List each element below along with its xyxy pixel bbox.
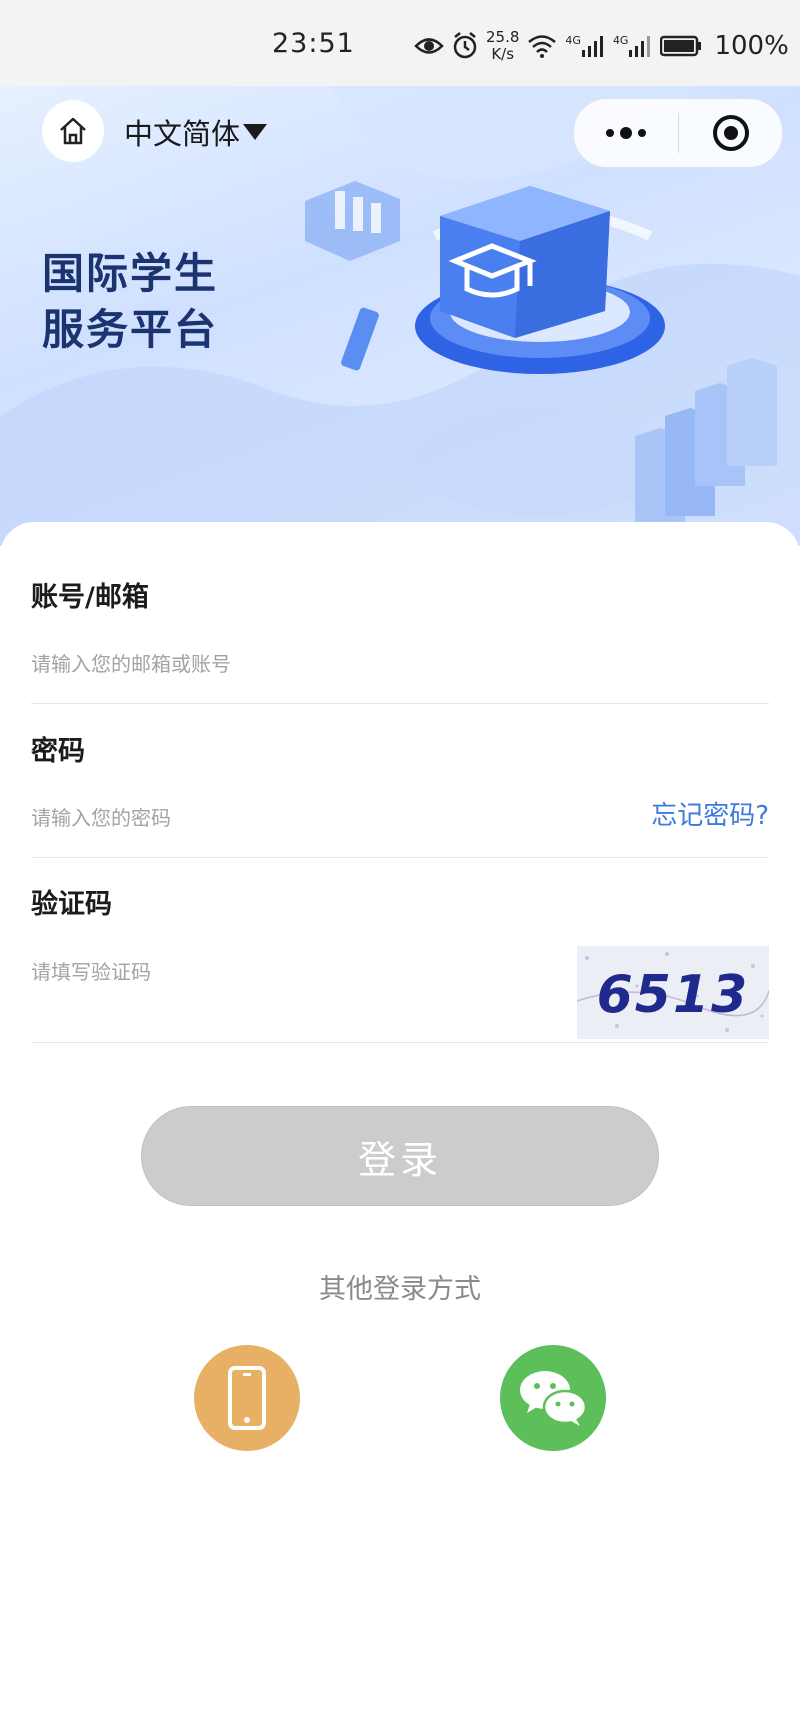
status-time: 23:51 — [272, 28, 355, 59]
more-button[interactable] — [574, 127, 678, 139]
battery-icon — [660, 35, 702, 57]
captcha-text: 6513 — [597, 965, 750, 1025]
phone-login-button[interactable] — [194, 1345, 300, 1451]
captcha-noise: 6513 — [577, 946, 769, 1039]
net-speed-unit: K/s — [491, 45, 515, 63]
captcha-input[interactable] — [31, 960, 451, 984]
hero-title-line2: 服务平台 — [42, 305, 219, 354]
status-bar: 23:51 25.8 K/s 4G 4G 100% — [0, 0, 800, 86]
home-icon — [60, 117, 86, 145]
password-label: 密码 — [31, 736, 85, 767]
caret-down-icon — [243, 124, 268, 140]
account-input[interactable] — [31, 652, 531, 676]
status-icons: 25.8 K/s 4G 4G 100% — [414, 24, 789, 68]
signal-bars-icon — [581, 36, 603, 57]
mini-program-capsule — [573, 98, 783, 168]
signal-1-label: 4G — [565, 34, 581, 47]
password-field: 密码 忘记密码? — [31, 729, 769, 858]
account-label: 账号/邮箱 — [31, 582, 149, 613]
net-speed-value: 25.8 — [486, 28, 520, 46]
more-dots-icon — [606, 127, 646, 139]
language-selector[interactable]: 中文简体 — [124, 111, 268, 153]
hero-title-line1: 国际学生 — [42, 249, 219, 298]
alarm-icon — [453, 32, 477, 59]
other-login-title: 其他登录方式 — [319, 1274, 481, 1305]
login-button[interactable]: 登录 — [141, 1106, 659, 1206]
forgot-password-link[interactable]: 忘记密码? — [651, 795, 769, 832]
phone-icon — [228, 1366, 266, 1430]
wechat-login-button[interactable] — [500, 1345, 606, 1451]
hero-title: 国际学生 服务平台 — [42, 246, 218, 358]
language-label: 中文简体 — [124, 117, 241, 151]
eye-icon — [414, 38, 444, 54]
captcha-field: 验证码 6513 — [31, 882, 769, 1043]
login-card: 账号/邮箱 密码 忘记密码? 验证码 6513 登录 其他登录方式 — [0, 522, 800, 1722]
signal-2: 4G — [613, 34, 653, 58]
signal-2-label: 4G — [612, 34, 629, 47]
password-input[interactable] — [31, 806, 531, 830]
captcha-label: 验证码 — [31, 889, 112, 920]
hero-banner: 中文简体 国际学生 服务平台 — [0, 86, 800, 546]
target-close-icon — [712, 115, 749, 151]
signal-bars-icon — [629, 36, 651, 57]
captcha-image[interactable]: 6513 — [577, 946, 769, 1039]
wechat-icon — [520, 1371, 588, 1426]
signal-1: 4G — [565, 34, 605, 58]
net-speed: 25.8 K/s — [486, 29, 519, 63]
wifi-icon — [528, 35, 557, 58]
home-button[interactable] — [42, 100, 104, 162]
account-field: 账号/邮箱 — [31, 575, 769, 704]
battery-percent: 100% — [714, 31, 789, 61]
close-button[interactable] — [679, 113, 782, 153]
